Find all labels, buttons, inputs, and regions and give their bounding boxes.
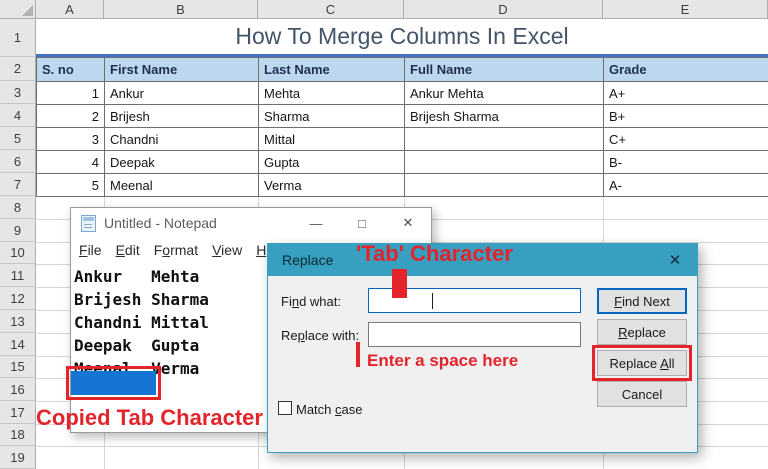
table-header-cell[interactable]: Full Name bbox=[405, 58, 604, 82]
column-header-E[interactable]: E bbox=[603, 0, 768, 19]
match-case-label: Match case bbox=[296, 402, 362, 417]
minimize-button[interactable]: — bbox=[293, 208, 339, 238]
match-case-checkbox[interactable] bbox=[278, 401, 292, 415]
row-header-11[interactable]: 11 bbox=[0, 264, 36, 287]
replace-with-input[interactable] bbox=[368, 322, 581, 347]
table-cell[interactable]: Verma bbox=[259, 174, 405, 197]
table-cell[interactable]: A- bbox=[604, 174, 768, 197]
table-cell[interactable] bbox=[405, 174, 604, 197]
table-cell[interactable]: B+ bbox=[604, 105, 768, 128]
table-cell[interactable]: C+ bbox=[604, 128, 768, 151]
row-header-5[interactable]: 5 bbox=[0, 127, 36, 150]
table-header-row: S. noFirst NameLast NameFull NameGrade bbox=[37, 58, 768, 82]
table-cell[interactable]: 2 bbox=[37, 105, 105, 128]
table-cell[interactable] bbox=[405, 128, 604, 151]
notepad-title: Untitled - Notepad bbox=[104, 215, 217, 231]
column-header-A[interactable]: A bbox=[36, 0, 104, 19]
table-cell[interactable]: Chandni bbox=[105, 128, 259, 151]
row-header-19[interactable]: 19 bbox=[0, 446, 36, 469]
screen: ABCDE 12345678910111213141516171819 How … bbox=[0, 0, 768, 469]
table-cell[interactable]: Deepak bbox=[105, 151, 259, 174]
table-cell[interactable]: Meenal bbox=[105, 174, 259, 197]
replace-all-button[interactable]: Replace All bbox=[597, 350, 687, 376]
cancel-button[interactable]: Cancel bbox=[597, 381, 687, 407]
replace-button[interactable]: Replace bbox=[597, 319, 687, 345]
select-all-triangle-icon bbox=[22, 5, 33, 16]
replace-with-label: Replace with: bbox=[281, 328, 359, 343]
copied-tab-annotation: Copied Tab Character bbox=[36, 405, 263, 431]
find-what-label: Find what: bbox=[281, 294, 341, 309]
column-header-B[interactable]: B bbox=[104, 0, 258, 19]
row-header-2[interactable]: 2 bbox=[0, 57, 36, 81]
copied-tab-annotation-box bbox=[66, 366, 161, 400]
find-next-button[interactable]: Find Next bbox=[597, 288, 687, 314]
select-all-corner[interactable] bbox=[0, 0, 36, 19]
table-cell[interactable] bbox=[405, 151, 604, 174]
table-cell[interactable]: Mehta bbox=[259, 82, 405, 105]
table-cell[interactable]: Brijesh Sharma bbox=[405, 105, 604, 128]
table-cell[interactable]: Gupta bbox=[259, 151, 405, 174]
menu-item-format[interactable]: Format bbox=[147, 240, 205, 260]
table-header-cell[interactable]: S. no bbox=[37, 58, 105, 82]
notepad-text[interactable]: Ankur Mehta Brijesh Sharma Chandni Mitta… bbox=[74, 265, 209, 380]
close-button[interactable]: ✕ bbox=[385, 208, 431, 238]
table-row: 5MeenalVerma A- bbox=[37, 174, 768, 197]
text-caret bbox=[432, 293, 433, 309]
row-header-16[interactable]: 16 bbox=[0, 378, 36, 401]
table-row: 3ChandniMittal C+ bbox=[37, 128, 768, 151]
table-header-cell[interactable]: First Name bbox=[105, 58, 259, 82]
row-header-17[interactable]: 17 bbox=[0, 401, 36, 424]
row-header-6[interactable]: 6 bbox=[0, 150, 36, 173]
table-cell[interactable]: Sharma bbox=[259, 105, 405, 128]
table-cell[interactable]: 4 bbox=[37, 151, 105, 174]
row-header-10[interactable]: 10 bbox=[0, 242, 36, 264]
table-cell[interactable]: A+ bbox=[604, 82, 768, 105]
table-header-cell[interactable]: Last Name bbox=[259, 58, 405, 82]
enter-space-annotation: Enter a space here bbox=[367, 351, 518, 371]
table-cell[interactable]: Brijesh bbox=[105, 105, 259, 128]
table-cell[interactable]: Mittal bbox=[259, 128, 405, 151]
row-header-4[interactable]: 4 bbox=[0, 104, 36, 127]
column-header-C[interactable]: C bbox=[258, 0, 404, 19]
sheet-title: How To Merge Columns In Excel bbox=[36, 19, 768, 54]
dialog-close-icon[interactable]: ✕ bbox=[653, 244, 697, 276]
row-header-9[interactable]: 9 bbox=[0, 219, 36, 242]
copied-tab-selection[interactable] bbox=[71, 371, 156, 395]
notepad-icon bbox=[81, 215, 96, 232]
tab-character-marker bbox=[392, 269, 407, 298]
row-header-13[interactable]: 13 bbox=[0, 310, 36, 333]
maximize-button[interactable]: □ bbox=[339, 208, 385, 238]
table-row: 4DeepakGupta B- bbox=[37, 151, 768, 174]
row-header-15[interactable]: 15 bbox=[0, 356, 36, 378]
notepad-titlebar[interactable]: Untitled - Notepad — □ ✕ bbox=[71, 208, 431, 238]
row-header-1[interactable]: 1 bbox=[0, 19, 36, 57]
row-header-3[interactable]: 3 bbox=[0, 81, 36, 104]
menu-item-file[interactable]: File bbox=[72, 240, 109, 260]
menu-item-edit[interactable]: Edit bbox=[109, 240, 147, 260]
table-cell[interactable]: Ankur bbox=[105, 82, 259, 105]
table-cell[interactable]: Ankur Mehta bbox=[405, 82, 604, 105]
table-header-cell[interactable]: Grade bbox=[604, 58, 768, 82]
replace-dialog-title: Replace bbox=[282, 252, 333, 268]
table-row: 1AnkurMehtaAnkur MehtaA+ bbox=[37, 82, 768, 105]
tab-character-annotation: 'Tab' Character bbox=[356, 241, 513, 267]
row-header-7[interactable]: 7 bbox=[0, 173, 36, 196]
replace-dialog: Replace ✕ Find what: Replace with: Find … bbox=[267, 243, 698, 453]
enter-space-marker bbox=[356, 342, 360, 367]
table-cell[interactable]: 1 bbox=[37, 82, 105, 105]
column-header-D[interactable]: D bbox=[404, 0, 603, 19]
table-row: 2BrijeshSharmaBrijesh SharmaB+ bbox=[37, 105, 768, 128]
data-table: S. noFirst NameLast NameFull NameGrade1A… bbox=[36, 57, 768, 197]
table-cell[interactable]: 3 bbox=[37, 128, 105, 151]
row-header-8[interactable]: 8 bbox=[0, 196, 36, 219]
notepad-window-controls: — □ ✕ bbox=[293, 208, 431, 238]
table-cell[interactable]: 5 bbox=[37, 174, 105, 197]
menu-item-view[interactable]: View bbox=[205, 240, 249, 260]
row-header-14[interactable]: 14 bbox=[0, 333, 36, 356]
row-header-18[interactable]: 18 bbox=[0, 424, 36, 446]
table-cell[interactable]: B- bbox=[604, 151, 768, 174]
row-header-12[interactable]: 12 bbox=[0, 287, 36, 310]
